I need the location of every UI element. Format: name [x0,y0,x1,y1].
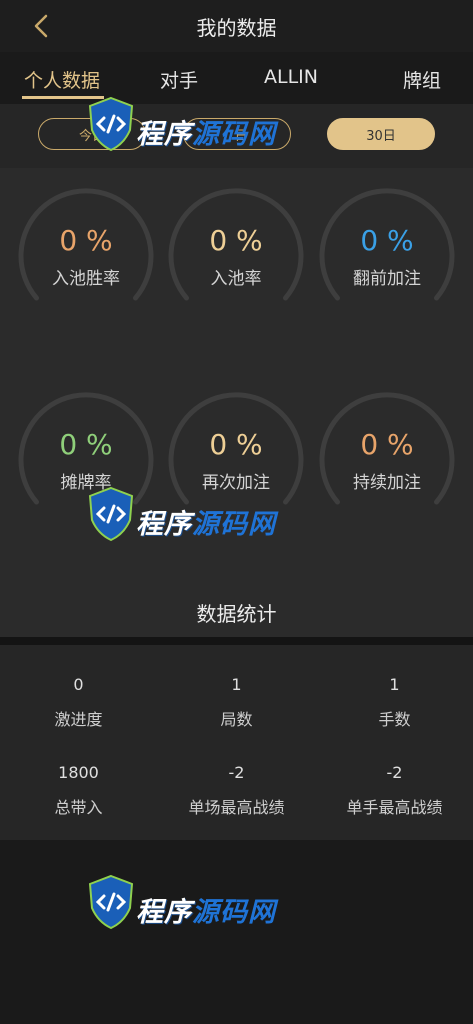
stat-value: -2 [228,763,245,782]
gauge-cbet: 0 % 持续加注 [317,382,457,522]
gauge-pot-win-rate: 0 % 入池胜率 [16,178,156,318]
stat-value: -2 [386,763,403,782]
stat-label: 单场最高战绩 [188,798,285,817]
gauge-label: 入池胜率 [52,269,120,289]
page-title: 我的数据 [196,16,277,40]
watermark: 程序源码网 [84,92,284,182]
stat-label: 激进度 [54,710,103,729]
gauge-label: 入池率 [210,269,262,289]
watermark-text: 程序源码网 [136,897,276,928]
gauge-value: 0 % [59,428,113,461]
gauge-value: 0 % [209,224,263,257]
watermark: 程序源码网 [84,482,284,572]
tab-opponent[interactable]: 对手 [160,66,198,93]
section-divider [0,637,473,645]
gauge-value: 0 % [59,224,113,257]
stat-value: 1 [389,675,400,694]
gauge-value: 0 % [360,428,414,461]
stat-value: 1800 [58,763,99,782]
gauge-value: 0 % [209,428,263,461]
stats-grid: 0 激进度 1 局数 1 手数 1800 总带入 -2 单场最高战绩 -2 单手… [0,645,473,840]
header-bar: 我的数据 [0,0,473,52]
gauge-vpip: 0 % 入池率 [166,178,306,318]
stat-value: 0 [73,675,84,694]
tab-deck[interactable]: 牌组 [403,66,441,93]
stat-value: 1 [231,675,242,694]
gauge-label: 翻前加注 [353,269,421,289]
gauge-value: 0 % [360,224,414,257]
stats-section-title: 数据统计 [196,602,277,626]
stat-total-buyin: 1800 总带入 [0,763,157,818]
watermark: 程序源码网 [84,870,284,960]
stat-label: 单手最高战绩 [346,798,443,817]
watermark-text: 程序源码网 [136,509,276,540]
watermark-text: 程序源码网 [136,119,276,150]
gauge-preflop-raise: 0 % 翻前加注 [317,178,457,318]
stat-aggression: 0 激进度 [0,675,157,730]
stat-hands: 1 手数 [316,675,473,730]
stat-label: 局数 [220,710,253,729]
gauge-label: 持续加注 [353,473,421,493]
shield-logo-icon [88,874,134,930]
stat-sessions: 1 局数 [158,675,315,730]
stat-label: 手数 [378,710,411,729]
stat-label: 总带入 [54,798,103,817]
tab-allin[interactable]: ALLIN [264,66,318,88]
range-30day-button[interactable]: 30日 [327,118,435,150]
shield-logo-icon [88,486,134,542]
stat-best-session: -2 单场最高战绩 [158,763,315,818]
stat-best-hand: -2 单手最高战绩 [316,763,473,818]
tab-personal[interactable]: 个人数据 [24,66,100,93]
shield-logo-icon [88,96,134,152]
